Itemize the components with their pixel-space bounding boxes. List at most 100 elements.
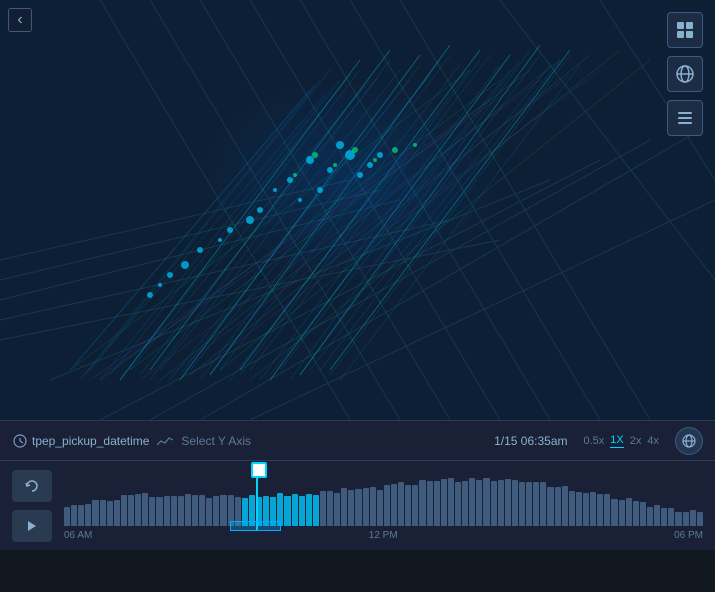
list-icon: [676, 109, 694, 127]
histogram-bar: [533, 482, 539, 526]
histogram-bar: [647, 507, 653, 526]
histogram-bar: [590, 492, 596, 526]
histogram-bar: [334, 493, 340, 526]
histogram-bar: [377, 490, 383, 526]
selection-range[interactable]: [230, 521, 281, 531]
map-background: [0, 0, 715, 420]
histogram-bar: [412, 485, 418, 526]
histogram-bar: [441, 479, 447, 526]
histogram-bar: [505, 479, 511, 526]
histogram-bar: [391, 484, 397, 526]
histogram-bar: [555, 487, 561, 526]
speed-0-5x[interactable]: 0.5x: [583, 435, 604, 447]
histogram-bar: [284, 496, 290, 526]
globe-icon: [675, 64, 695, 84]
histogram-bar: [178, 496, 184, 526]
trend-icon: [157, 433, 173, 449]
histogram-bar: [128, 495, 134, 526]
histogram-bar: [483, 478, 489, 526]
histogram-bar: [519, 482, 525, 526]
histogram-bar: [562, 486, 568, 526]
histogram-bar: [206, 498, 212, 526]
histogram-bar: [121, 495, 127, 526]
histogram-bar: [690, 510, 696, 526]
histogram-bar: [405, 485, 411, 526]
histogram-bar: [156, 497, 162, 526]
histogram-bar: [85, 504, 91, 526]
histogram-bar: [320, 491, 326, 526]
histogram-bar: [547, 487, 553, 526]
histogram-bar: [78, 505, 84, 526]
time-label-6pm: 06 PM: [674, 530, 703, 541]
histogram-bar: [498, 480, 504, 526]
time-labels: 06 AM 12 PM 06 PM: [64, 530, 703, 541]
right-icon-panel: [667, 12, 703, 136]
speed-4x[interactable]: 4x: [647, 435, 659, 447]
replay-button[interactable]: [12, 470, 52, 502]
histogram-bar: [192, 495, 198, 526]
histogram-bar: [626, 498, 632, 526]
timestamp-display: 1/15 06:35am: [494, 434, 567, 448]
histogram-bar: [363, 488, 369, 526]
grid-view-button[interactable]: [667, 12, 703, 48]
histogram-bar: [370, 487, 376, 526]
histogram-bar: [661, 508, 667, 526]
globe-view-button[interactable]: [667, 56, 703, 92]
histogram-bar: [576, 492, 582, 526]
histogram-bar: [654, 505, 660, 526]
histogram-bar: [633, 501, 639, 526]
speed-2x[interactable]: 2x: [630, 435, 642, 447]
datetime-field-label: tpep_pickup_datetime: [32, 434, 149, 448]
histogram-bar: [64, 507, 70, 526]
histogram-bar: [100, 500, 106, 526]
histogram-bar: [185, 494, 191, 526]
time-label-12pm: 12 PM: [369, 530, 398, 541]
histogram-bar: [107, 501, 113, 526]
histogram-bar: [491, 481, 497, 526]
bottom-strip: [0, 550, 715, 592]
histogram-bar: [355, 489, 361, 526]
histogram-container[interactable]: 06 AM 12 PM 06 PM: [64, 466, 703, 546]
histogram-bar: [540, 482, 546, 526]
speed-1x[interactable]: 1X: [610, 434, 623, 448]
histogram-bar: [114, 500, 120, 526]
histogram-bar: [476, 480, 482, 526]
histogram-bar: [462, 481, 468, 526]
histogram-bar: [640, 502, 646, 526]
reset-view-button[interactable]: [675, 427, 703, 455]
histogram-bar: [384, 485, 390, 526]
histogram-bar: [142, 493, 148, 526]
speed-controls: 0.5x 1X 2x 4x: [583, 434, 659, 448]
grid-icon: [676, 21, 694, 39]
histogram-bar: [448, 478, 454, 526]
histogram-bar: [469, 478, 475, 526]
clock-icon: [12, 433, 28, 449]
select-y-axis[interactable]: Select Y Axis: [181, 434, 251, 448]
histogram-bar: [611, 499, 617, 526]
histogram-bar: [427, 481, 433, 526]
playback-controls: [12, 470, 52, 542]
histogram-bar: [292, 494, 298, 526]
play-button[interactable]: [12, 510, 52, 542]
histogram-bar: [164, 496, 170, 526]
play-icon: [25, 519, 39, 533]
histogram-bar: [135, 494, 141, 526]
histogram-bar: [434, 481, 440, 526]
histogram-bar: [92, 500, 98, 526]
histogram-bar: [199, 495, 205, 526]
histogram-bar: [697, 512, 703, 526]
replay-icon: [24, 478, 40, 494]
list-view-button[interactable]: [667, 100, 703, 136]
histogram-bar: [683, 512, 689, 526]
histogram-bar: [299, 496, 305, 526]
histogram-bar: [668, 508, 674, 526]
back-button[interactable]: ‹: [8, 8, 32, 32]
histogram-bar: [569, 491, 575, 526]
back-icon: ‹: [17, 11, 22, 29]
histogram-bar: [327, 491, 333, 526]
histogram-bar: [455, 482, 461, 526]
histogram-bar: [341, 488, 347, 526]
histogram-bar: [213, 496, 219, 526]
histogram-bar: [306, 494, 312, 526]
datetime-field-item: tpep_pickup_datetime: [12, 433, 149, 449]
